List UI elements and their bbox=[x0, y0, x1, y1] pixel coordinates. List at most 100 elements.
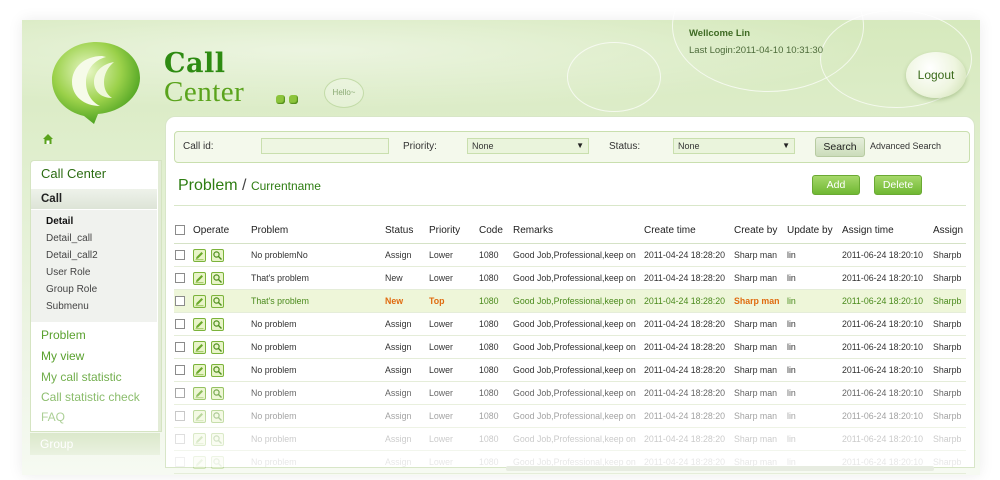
edit-icon[interactable] bbox=[193, 455, 206, 469]
col-update-by: Update by bbox=[786, 217, 841, 244]
table-row[interactable]: No problem Assign Lower 1080 Good Job,Profes… bbox=[174, 427, 966, 451]
sidebar-item-detail[interactable]: Detail bbox=[46, 216, 73, 227]
row-operate bbox=[192, 266, 250, 290]
table-row[interactable]: That's problem New Top 1080 Good Job,Profess… bbox=[174, 289, 966, 313]
search-button[interactable]: Search bbox=[815, 137, 865, 157]
chevron-down-icon: ▼ bbox=[576, 141, 584, 150]
row-select[interactable] bbox=[174, 381, 192, 405]
view-icon[interactable] bbox=[211, 363, 224, 377]
cell-remarks: Good Job,Professional,keep on bbox=[512, 404, 643, 428]
view-icon[interactable] bbox=[211, 294, 224, 308]
cell-problem: No problem bbox=[250, 358, 384, 382]
view-icon[interactable] bbox=[211, 455, 224, 469]
cell-assign-time: 2011-06-24 18:20:10 bbox=[841, 427, 932, 451]
table-row[interactable]: No problem Assign Lower 1080 Good Job,Profes… bbox=[174, 404, 966, 428]
table-row[interactable]: No problemNo Assign Lower 1080 Good Job,Prof… bbox=[174, 243, 966, 267]
sidebar-link-call-statistic-check[interactable]: Call statistic check bbox=[41, 390, 140, 404]
cell-create-time: 2011-04-24 18:28:20 bbox=[643, 427, 733, 451]
cell-priority: Lower bbox=[428, 427, 478, 451]
horizontal-scrollbar[interactable] bbox=[506, 466, 934, 471]
view-icon[interactable] bbox=[211, 340, 224, 354]
row-select[interactable] bbox=[174, 358, 192, 382]
table-row[interactable]: No problem Assign Lower 1080 Good Job,Profes… bbox=[174, 312, 966, 336]
sidebar-item-submenu[interactable]: Submenu bbox=[46, 301, 89, 312]
row-select[interactable] bbox=[174, 335, 192, 359]
cell-priority: Lower bbox=[428, 243, 478, 267]
checkbox[interactable] bbox=[175, 457, 185, 468]
edit-icon[interactable] bbox=[193, 248, 206, 262]
delete-button[interactable]: Delete bbox=[874, 175, 922, 195]
advanced-search-link[interactable]: Advanced Search bbox=[870, 141, 941, 151]
cell-assign-time: 2011-06-24 18:20:10 bbox=[841, 266, 932, 290]
sidebar-item-group-role[interactable]: Group Role bbox=[46, 284, 97, 295]
checkbox[interactable] bbox=[175, 250, 185, 261]
row-select[interactable] bbox=[174, 289, 192, 313]
edit-icon[interactable] bbox=[193, 363, 206, 377]
table-row[interactable]: No problem Assign Lower 1080 Good Job,Profes… bbox=[174, 335, 966, 359]
checkbox[interactable] bbox=[175, 388, 185, 399]
callid-input[interactable] bbox=[261, 138, 389, 154]
view-icon[interactable] bbox=[211, 432, 224, 446]
table-row[interactable]: That's problem New Lower 1080 Good Job,Profe… bbox=[174, 266, 966, 290]
view-icon[interactable] bbox=[211, 248, 224, 262]
row-select[interactable] bbox=[174, 427, 192, 451]
checkbox[interactable] bbox=[175, 434, 185, 445]
sidebar-section-call[interactable]: Call bbox=[31, 189, 157, 209]
row-select[interactable] bbox=[174, 243, 192, 267]
row-operate bbox=[192, 381, 250, 405]
sidebar-item-detail-call2[interactable]: Detail_call2 bbox=[46, 250, 98, 261]
home-icon[interactable] bbox=[42, 133, 54, 145]
row-select[interactable] bbox=[174, 450, 192, 474]
table-row[interactable]: No problem Assign Lower 1080 Good Job,Profes… bbox=[174, 358, 966, 382]
col-operate: Operate bbox=[192, 217, 250, 244]
cell-code: 1080 bbox=[478, 266, 512, 290]
edit-icon[interactable] bbox=[193, 294, 206, 308]
cell-status: Assign bbox=[384, 335, 428, 359]
row-select[interactable] bbox=[174, 266, 192, 290]
cell-status: Assign bbox=[384, 404, 428, 428]
sidebar-link-my-view[interactable]: My view bbox=[41, 349, 84, 363]
sidebar-submenu: Detail Detail_call Detail_call2 User Rol… bbox=[31, 210, 157, 322]
sidebar-group[interactable]: Group bbox=[30, 433, 160, 455]
row-select[interactable] bbox=[174, 404, 192, 428]
checkbox[interactable] bbox=[175, 224, 185, 235]
cell-problem: No problem bbox=[250, 427, 384, 451]
logout-button[interactable]: Logout bbox=[906, 52, 966, 98]
cell-status: New bbox=[384, 289, 428, 313]
cell-remarks: Good Job,Professional,keep on bbox=[512, 381, 643, 405]
edit-icon[interactable] bbox=[193, 271, 206, 285]
priority-select[interactable]: None ▼ bbox=[467, 138, 589, 154]
edit-icon[interactable] bbox=[193, 432, 206, 446]
sidebar-item-user-role[interactable]: User Role bbox=[46, 267, 90, 278]
edit-icon[interactable] bbox=[193, 340, 206, 354]
header-select-all[interactable] bbox=[174, 217, 192, 244]
view-icon[interactable] bbox=[211, 271, 224, 285]
checkbox[interactable] bbox=[175, 273, 185, 284]
cell-priority: Lower bbox=[428, 450, 478, 474]
sidebar-link-my-call-statistic[interactable]: My call statistic bbox=[41, 370, 122, 384]
checkbox[interactable] bbox=[175, 411, 185, 422]
view-icon[interactable] bbox=[211, 386, 224, 400]
row-select[interactable] bbox=[174, 312, 192, 336]
table-row[interactable]: No problem Assign Lower 1080 Good Job,Profes… bbox=[174, 381, 966, 405]
checkbox[interactable] bbox=[175, 365, 185, 376]
status-select[interactable]: None ▼ bbox=[673, 138, 795, 154]
cell-update-by: lin bbox=[786, 381, 841, 405]
page-title-separator: / bbox=[242, 177, 247, 194]
cell-assign-time: 2011-06-24 18:20:10 bbox=[841, 335, 932, 359]
checkbox[interactable] bbox=[175, 342, 185, 353]
sidebar-scrollbar[interactable] bbox=[158, 161, 161, 431]
sidebar-link-problem[interactable]: Problem bbox=[41, 328, 86, 342]
checkbox[interactable] bbox=[175, 296, 185, 307]
cell-create-time: 2011-04-24 18:28:20 bbox=[643, 358, 733, 382]
view-icon[interactable] bbox=[211, 409, 224, 423]
edit-icon[interactable] bbox=[193, 317, 206, 331]
add-button[interactable]: Add bbox=[812, 175, 860, 195]
edit-icon[interactable] bbox=[193, 386, 206, 400]
edit-icon[interactable] bbox=[193, 409, 206, 423]
sidebar-link-faq[interactable]: FAQ bbox=[41, 410, 65, 424]
checkbox[interactable] bbox=[175, 319, 185, 330]
sidebar-item-detail-call[interactable]: Detail_call bbox=[46, 233, 92, 244]
view-icon[interactable] bbox=[211, 317, 224, 331]
cell-code: 1080 bbox=[478, 243, 512, 267]
